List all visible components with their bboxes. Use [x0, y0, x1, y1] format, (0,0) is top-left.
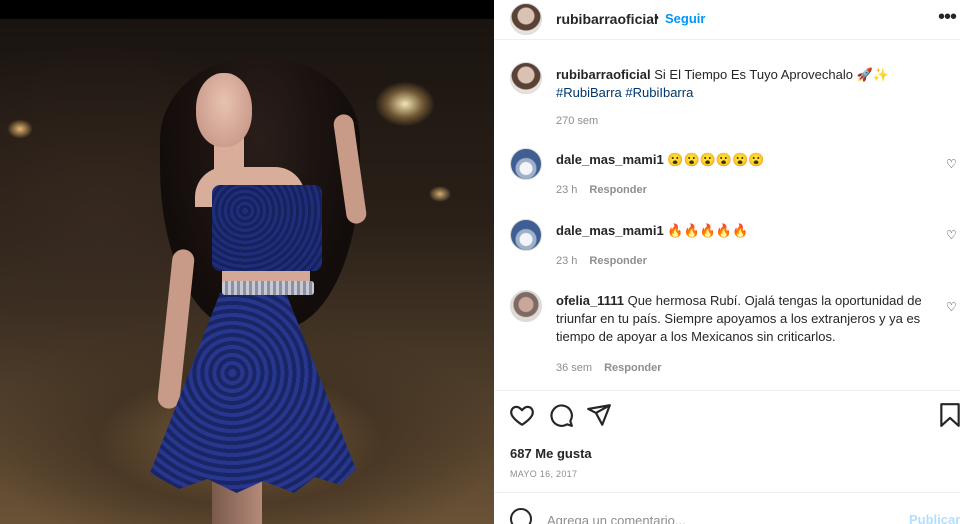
- bookmark-icon[interactable]: [937, 402, 960, 428]
- caption-username[interactable]: rubibarraoficial: [556, 67, 651, 82]
- comment-text: dale_mas_mami1 😮😮😮😮😮😮: [556, 151, 936, 169]
- comment-meta: 36 sem Responder: [556, 362, 662, 374]
- avatar[interactable]: [510, 3, 542, 35]
- comment-text: ofelia_1111 Que hermosa Rubí. Ojalá teng…: [556, 292, 936, 346]
- divider: [494, 492, 960, 493]
- caption-body: Si El Tiempo Es Tuyo Aprovechalo 🚀✨: [654, 67, 889, 82]
- comment-timestamp[interactable]: 23 h: [556, 255, 577, 267]
- comment-timestamp[interactable]: 36 sem: [556, 362, 592, 374]
- comment-input[interactable]: [547, 511, 867, 524]
- comment-like-icon[interactable]: ♡: [946, 300, 957, 314]
- avatar[interactable]: [510, 148, 542, 180]
- post-comment-button[interactable]: Publicar: [909, 512, 960, 524]
- post-panel: rubibarraoficial • Seguir ••• rubibarrao…: [494, 0, 960, 524]
- avatar[interactable]: [510, 62, 542, 94]
- photo-figure-dress-top: [212, 185, 322, 271]
- emoji-icon[interactable]: [510, 508, 532, 524]
- reply-button[interactable]: Responder: [589, 255, 646, 267]
- avatar[interactable]: [510, 290, 542, 322]
- comment-username[interactable]: dale_mas_mami1: [556, 223, 664, 238]
- comment-body: 🔥🔥🔥🔥🔥: [667, 223, 749, 238]
- heart-icon[interactable]: [509, 402, 535, 428]
- divider: [494, 390, 960, 391]
- caption-text: rubibarraoficial Si El Tiempo Es Tuyo Ap…: [556, 66, 946, 102]
- divider: [494, 39, 960, 40]
- post-actions: [494, 402, 960, 432]
- comment-meta: 23 h Responder: [556, 184, 647, 196]
- comment-body: 😮😮😮😮😮😮: [667, 152, 765, 167]
- post-date[interactable]: MAYO 16, 2017: [510, 469, 577, 479]
- likes-count[interactable]: 687 Me gusta: [510, 446, 592, 461]
- follow-button[interactable]: Seguir: [665, 11, 705, 26]
- media-top-bar: [0, 0, 494, 19]
- add-comment-bar: Publicar: [494, 500, 960, 524]
- post-header: rubibarraoficial • Seguir •••: [494, 0, 960, 38]
- comment-like-icon[interactable]: ♡: [946, 228, 957, 242]
- comment-username[interactable]: ofelia_1111: [556, 293, 624, 308]
- post-photo[interactable]: [0, 19, 494, 524]
- comment-username[interactable]: dale_mas_mami1: [556, 152, 664, 167]
- avatar[interactable]: [510, 219, 542, 251]
- caption-timestamp[interactable]: 270 sem: [556, 115, 598, 127]
- comment-icon[interactable]: [548, 402, 574, 428]
- comment-meta: 23 h Responder: [556, 255, 647, 267]
- reply-button[interactable]: Responder: [589, 184, 646, 196]
- hashtag-link[interactable]: #RubiBarra: [556, 85, 622, 100]
- more-icon[interactable]: •••: [938, 6, 957, 29]
- post-username[interactable]: rubibarraoficial: [556, 11, 658, 27]
- comment-text: dale_mas_mami1 🔥🔥🔥🔥🔥: [556, 222, 936, 240]
- photo-figure-belt: [222, 281, 314, 295]
- comment-like-icon[interactable]: ♡: [946, 157, 957, 171]
- post-media[interactable]: [0, 0, 494, 524]
- photo-figure-face: [196, 73, 252, 147]
- separator-dot: •: [654, 9, 659, 25]
- send-icon[interactable]: [586, 402, 612, 428]
- reply-button[interactable]: Responder: [604, 362, 661, 374]
- hashtag-link[interactable]: #RubiIbarra: [625, 85, 693, 100]
- comment-timestamp[interactable]: 23 h: [556, 184, 577, 196]
